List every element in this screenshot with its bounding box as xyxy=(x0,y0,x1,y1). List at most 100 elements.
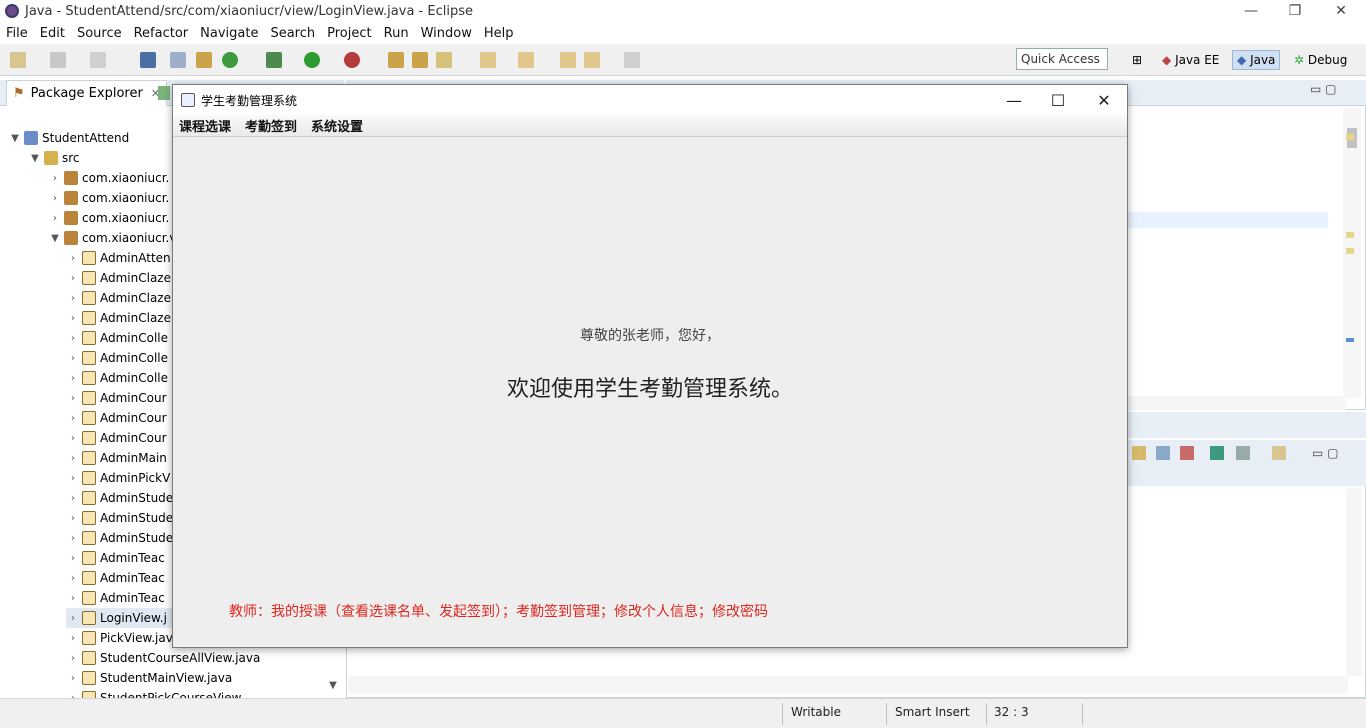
menu-file[interactable]: File xyxy=(0,26,34,41)
collapse-icon[interactable]: › xyxy=(66,433,80,444)
collapse-icon[interactable]: › xyxy=(48,193,62,204)
annotation-marker[interactable] xyxy=(1346,232,1354,238)
annotation-marker[interactable] xyxy=(1346,134,1354,140)
expand-icon[interactable]: ▼ xyxy=(8,133,22,144)
perspective-debug[interactable]: ✲ Debug xyxy=(1290,50,1351,70)
tree-file[interactable]: › AdminColle xyxy=(66,348,176,368)
collapse-icon[interactable]: › xyxy=(66,393,80,404)
save-icon[interactable] xyxy=(90,52,106,68)
collapse-icon[interactable]: › xyxy=(66,273,80,284)
editor-horizontal-scrollbar[interactable] xyxy=(1128,396,1346,410)
terminal-icon[interactable] xyxy=(140,52,156,68)
tree-file[interactable]: › AdminClaze xyxy=(66,308,179,328)
menu-attendance[interactable]: 考勤签到 xyxy=(245,116,297,135)
menu-edit[interactable]: Edit xyxy=(34,26,71,41)
new-type-icon[interactable] xyxy=(50,52,66,68)
menu-run[interactable]: Run xyxy=(378,26,415,41)
console-horizontal-scrollbar[interactable] xyxy=(348,676,1348,694)
collapse-icon[interactable]: › xyxy=(66,453,80,464)
back-icon[interactable] xyxy=(584,52,600,68)
console-toolbar-icon[interactable] xyxy=(1180,446,1194,460)
perspective-java[interactable]: ◆ Java xyxy=(1232,50,1281,70)
menu-refactor[interactable]: Refactor xyxy=(128,26,195,41)
menu-search[interactable]: Search xyxy=(264,26,321,41)
menu-project[interactable]: Project xyxy=(321,26,377,41)
tree-file[interactable]: › AdminMain xyxy=(66,448,175,468)
minimize-view-icon[interactable]: ▭ ▢ xyxy=(1310,82,1337,96)
collapse-icon[interactable]: › xyxy=(66,613,80,624)
run-icon[interactable] xyxy=(304,52,320,68)
dialog-minimize-icon[interactable]: — xyxy=(991,85,1037,115)
tree-file[interactable]: › AdminTeac xyxy=(66,568,173,588)
collapse-icon[interactable]: › xyxy=(66,493,80,504)
console-toolbar-icon[interactable] xyxy=(1210,446,1224,460)
tree-file[interactable]: › AdminColle xyxy=(66,328,176,348)
last-edit-icon[interactable] xyxy=(560,52,576,68)
collapse-icon[interactable]: › xyxy=(66,513,80,524)
debug-icon[interactable] xyxy=(266,52,282,68)
tree-scroll-down-icon[interactable]: ▼ xyxy=(324,676,342,696)
tree-file[interactable]: › AdminStude xyxy=(66,488,181,508)
collapse-icon[interactable]: › xyxy=(66,293,80,304)
console-vertical-scrollbar[interactable] xyxy=(1346,488,1362,676)
tree-file[interactable]: › AdminTeac xyxy=(66,588,173,608)
collapse-icon[interactable]: › xyxy=(66,533,80,544)
menu-help[interactable]: Help xyxy=(478,26,520,41)
skip-breakpoints-icon[interactable] xyxy=(170,52,186,68)
expand-icon[interactable]: ▼ xyxy=(48,233,62,244)
tree-src[interactable]: ▼ src xyxy=(28,148,80,168)
tree-file[interactable]: › StudentPickCourseView xyxy=(66,688,249,698)
tree-file[interactable]: › AdminStude xyxy=(66,528,181,548)
forward-icon[interactable] xyxy=(624,52,640,68)
collapse-icon[interactable]: › xyxy=(66,413,80,424)
collapse-icon[interactable]: › xyxy=(66,633,80,644)
search-pen-icon[interactable] xyxy=(436,52,452,68)
minimize-view-icon[interactable]: ▭ ▢ xyxy=(1312,446,1339,460)
tree-file[interactable]: › AdminClaze xyxy=(66,288,179,308)
perspective-java-ee[interactable]: ◆ Java EE xyxy=(1158,50,1223,70)
menu-system-settings[interactable]: 系统设置 xyxy=(311,116,363,135)
collapse-icon[interactable]: › xyxy=(66,653,80,664)
open-type-icon[interactable] xyxy=(388,52,404,68)
annotation-marker[interactable] xyxy=(1346,338,1354,342)
tree-file[interactable]: › AdminTeac xyxy=(66,548,173,568)
collapse-icon[interactable]: › xyxy=(66,253,80,264)
console-toolbar-icon[interactable] xyxy=(1272,446,1286,460)
minimize-icon[interactable]: — xyxy=(1228,0,1274,22)
tree-file[interactable]: › AdminStude xyxy=(66,508,181,528)
menu-course-selection[interactable]: 课程选课 xyxy=(179,116,231,135)
refresh-icon[interactable] xyxy=(222,52,238,68)
package-icon[interactable] xyxy=(196,52,212,68)
annotation-marker[interactable] xyxy=(1346,248,1354,254)
menu-window[interactable]: Window xyxy=(415,26,478,41)
close-icon[interactable]: ✕ xyxy=(1318,0,1364,22)
menu-navigate[interactable]: Navigate xyxy=(194,26,264,41)
collapse-icon[interactable]: › xyxy=(66,473,80,484)
tree-package[interactable]: › com.xiaoniucr. xyxy=(48,188,169,208)
tree-file[interactable]: › AdminClaze xyxy=(66,268,179,288)
run-external-icon[interactable] xyxy=(344,52,360,68)
tree-file[interactable]: › AdminCour xyxy=(66,428,175,448)
collapse-icon[interactable]: › xyxy=(66,673,80,684)
collapse-icon[interactable]: › xyxy=(66,333,80,344)
hierarchy-tab-icon[interactable] xyxy=(158,86,170,100)
console-toolbar-icon[interactable] xyxy=(1132,446,1146,460)
tab-package-explorer[interactable]: ⚑ Package Explorer ✕ xyxy=(6,80,168,106)
new-icon[interactable] xyxy=(10,52,26,68)
tree-project[interactable]: ▼ StudentAttend xyxy=(8,128,129,148)
collapse-icon[interactable]: › xyxy=(66,593,80,604)
tree-package[interactable]: › com.xiaoniucr. xyxy=(48,208,169,228)
tree-file[interactable]: › LoginView.j xyxy=(66,608,175,628)
collapse-icon[interactable]: › xyxy=(48,173,62,184)
tree-package[interactable]: › com.xiaoniucr. xyxy=(48,168,169,188)
collapse-icon[interactable]: › xyxy=(66,353,80,364)
collapse-icon[interactable]: › xyxy=(66,553,80,564)
open-task-icon[interactable] xyxy=(412,52,428,68)
restore-icon[interactable]: ❐ xyxy=(1272,0,1318,22)
console-toolbar-icon[interactable] xyxy=(1156,446,1170,460)
tree-file[interactable]: › AdminColle xyxy=(66,368,176,388)
prev-annotation-icon[interactable] xyxy=(518,52,534,68)
collapse-icon[interactable]: › xyxy=(66,313,80,324)
tree-file[interactable]: › AdminCour xyxy=(66,388,175,408)
collapse-icon[interactable]: › xyxy=(66,573,80,584)
